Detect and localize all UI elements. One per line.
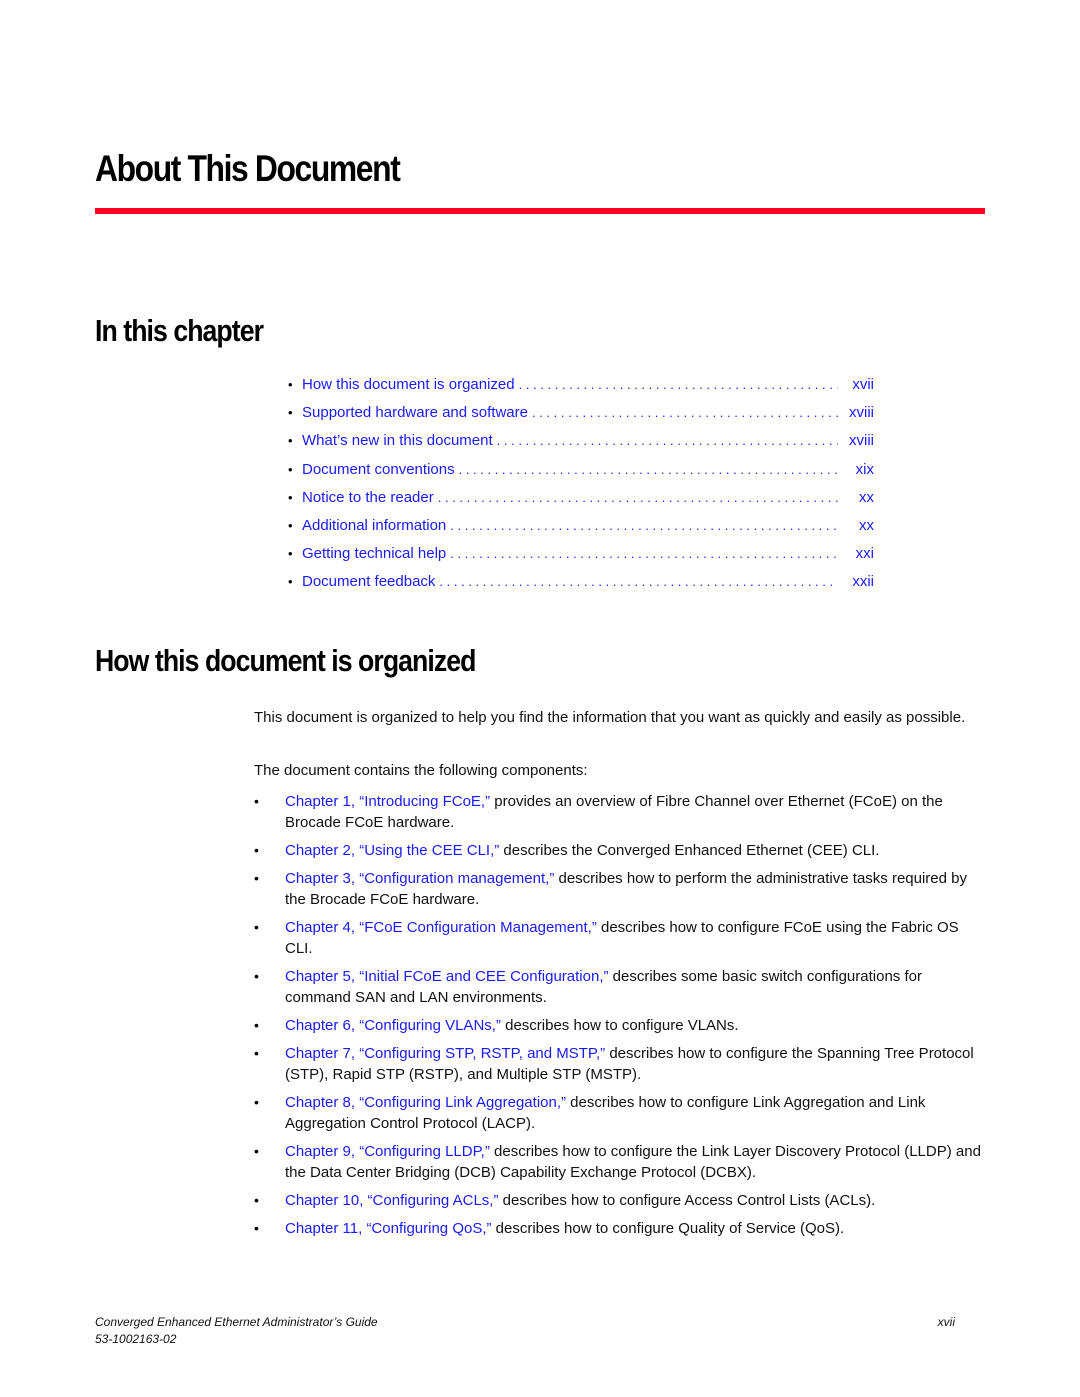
toc-item[interactable]: • How this document is organized xvii bbox=[288, 376, 874, 404]
bullet-icon: • bbox=[288, 433, 293, 449]
bullet-icon: • bbox=[288, 574, 293, 590]
bullet-icon: • bbox=[288, 489, 293, 505]
component-list-item: • Chapter 11, “Configuring QoS,” describe… bbox=[254, 1218, 984, 1239]
toc-link[interactable]: Document conventions bbox=[302, 461, 455, 478]
toc-page-number: xx bbox=[859, 488, 874, 506]
chapter-toc: • How this document is organized xvii • Supp… bbox=[288, 376, 874, 602]
bullet-icon: • bbox=[288, 461, 293, 477]
section-heading-in-this-chapter: In this chapter bbox=[95, 313, 264, 348]
bullet-icon: • bbox=[254, 919, 259, 935]
chapter-link[interactable]: Chapter 2, “Using the CEE CLI,” bbox=[285, 842, 499, 859]
component-list-item: • Chapter 5, “Initial FCoE and CEE Config… bbox=[254, 966, 984, 1008]
component-list-item: • Chapter 1, “Introducing FCoE,” provides… bbox=[254, 791, 984, 833]
chapter-title-rule bbox=[95, 208, 985, 214]
bullet-icon: • bbox=[254, 1192, 259, 1208]
toc-dot-leader bbox=[439, 574, 838, 589]
toc-page-number: xviii bbox=[849, 432, 874, 450]
toc-page-number: xvii bbox=[852, 376, 874, 393]
chapter-description: describes how to configure Access Contro… bbox=[498, 1192, 876, 1209]
component-list-item: • Chapter 9, “Configuring LLDP,” describe… bbox=[254, 1141, 984, 1183]
bullet-icon: • bbox=[288, 517, 293, 533]
bullet-icon: • bbox=[254, 1094, 259, 1110]
chapter-title: About This Document bbox=[95, 148, 401, 189]
toc-item[interactable]: • Notice to the reader xx bbox=[288, 489, 874, 517]
toc-link[interactable]: How this document is organized bbox=[302, 376, 515, 393]
chapter-description: describes how to configure VLANs. bbox=[500, 1017, 739, 1034]
chapter-link[interactable]: Chapter 9, “Configuring LLDP,” bbox=[285, 1143, 490, 1160]
lead-in-paragraph: The document contains the following comp… bbox=[254, 762, 588, 779]
bullet-icon: • bbox=[288, 377, 293, 392]
toc-dot-leader bbox=[519, 377, 838, 392]
component-list-item: • Chapter 2, “Using the CEE CLI,” describ… bbox=[254, 840, 984, 861]
bullet-icon: • bbox=[288, 546, 293, 562]
bullet-icon: • bbox=[254, 793, 259, 809]
chapter-link[interactable]: Chapter 11, “Configuring QoS,” bbox=[285, 1220, 492, 1237]
toc-link[interactable]: Additional information bbox=[302, 517, 446, 534]
toc-dot-leader bbox=[532, 405, 838, 420]
toc-link[interactable]: Notice to the reader bbox=[302, 489, 434, 506]
toc-link[interactable]: Getting technical help bbox=[302, 545, 446, 562]
bullet-icon: • bbox=[254, 1045, 259, 1061]
bullet-icon: • bbox=[254, 1143, 259, 1159]
footer-page-number: xvii bbox=[937, 1315, 955, 1329]
bullet-icon: • bbox=[254, 1220, 259, 1236]
component-list-item: • Chapter 8, “Configuring Link Aggregatio… bbox=[254, 1092, 984, 1134]
toc-dot-leader bbox=[450, 518, 838, 533]
toc-dot-leader bbox=[459, 462, 838, 477]
chapter-description: describes the Converged Enhanced Etherne… bbox=[499, 842, 880, 859]
component-list-item: • Chapter 3, “Configuration management,” … bbox=[254, 868, 984, 910]
component-list-item: • Chapter 6, “Configuring VLANs,” describ… bbox=[254, 1015, 984, 1036]
page-footer: Converged Enhanced Ethernet Administrato… bbox=[95, 1314, 955, 1348]
bullet-icon: • bbox=[254, 842, 259, 858]
section-heading-how-organized: How this document is organized bbox=[95, 643, 476, 678]
toc-item[interactable]: • What’s new in this document xviii bbox=[288, 432, 874, 460]
toc-dot-leader bbox=[497, 433, 838, 448]
bullet-icon: • bbox=[288, 405, 293, 421]
toc-page-number: xx bbox=[859, 516, 874, 534]
toc-page-number: xxi bbox=[855, 545, 874, 563]
component-list: • Chapter 1, “Introducing FCoE,” provides… bbox=[254, 791, 984, 1239]
toc-link[interactable]: What’s new in this document bbox=[302, 432, 493, 449]
toc-item[interactable]: • Document conventions xix bbox=[288, 461, 874, 489]
toc-link[interactable]: Document feedback bbox=[302, 573, 435, 590]
chapter-link[interactable]: Chapter 3, “Configuration management,” bbox=[285, 870, 554, 887]
component-list-item: • Chapter 7, “Configuring STP, RSTP, and … bbox=[254, 1043, 984, 1085]
component-list-item: • Chapter 10, “Configuring ACLs,” describ… bbox=[254, 1190, 984, 1211]
toc-dot-leader bbox=[438, 490, 838, 505]
chapter-link[interactable]: Chapter 5, “Initial FCoE and CEE Configu… bbox=[285, 968, 609, 985]
component-list-item: • Chapter 4, “FCoE Configuration Manageme… bbox=[254, 917, 984, 959]
toc-dot-leader bbox=[450, 546, 838, 561]
toc-item[interactable]: • Additional information xx bbox=[288, 517, 874, 545]
chapter-link[interactable]: Chapter 4, “FCoE Configuration Managemen… bbox=[285, 919, 597, 936]
footer-guide-title: Converged Enhanced Ethernet Administrato… bbox=[95, 1315, 378, 1329]
toc-item[interactable]: • Supported hardware and software xviii bbox=[288, 404, 874, 432]
chapter-link[interactable]: Chapter 8, “Configuring Link Aggregation… bbox=[285, 1094, 566, 1111]
footer-doc-number: 53-1002163-02 bbox=[95, 1332, 177, 1346]
bullet-icon: • bbox=[254, 1017, 259, 1033]
toc-page-number: xxii bbox=[852, 573, 874, 591]
chapter-link[interactable]: Chapter 7, “Configuring STP, RSTP, and M… bbox=[285, 1045, 605, 1062]
chapter-link[interactable]: Chapter 6, “Configuring VLANs,” bbox=[285, 1017, 501, 1034]
toc-page-number: xviii bbox=[849, 404, 874, 422]
toc-item[interactable]: • Getting technical help xxi bbox=[288, 545, 874, 573]
toc-link[interactable]: Supported hardware and software bbox=[302, 404, 528, 421]
toc-page-number: xix bbox=[855, 460, 874, 478]
toc-item[interactable]: • Document feedback xxii bbox=[288, 573, 874, 601]
intro-paragraph: This document is organized to help you f… bbox=[254, 709, 966, 726]
chapter-link[interactable]: Chapter 1, “Introducing FCoE,” bbox=[285, 793, 490, 810]
chapter-link[interactable]: Chapter 10, “Configuring ACLs,” bbox=[285, 1192, 498, 1209]
chapter-description: describes how to configure Quality of Se… bbox=[491, 1220, 845, 1237]
bullet-icon: • bbox=[254, 968, 259, 984]
bullet-icon: • bbox=[254, 870, 259, 886]
